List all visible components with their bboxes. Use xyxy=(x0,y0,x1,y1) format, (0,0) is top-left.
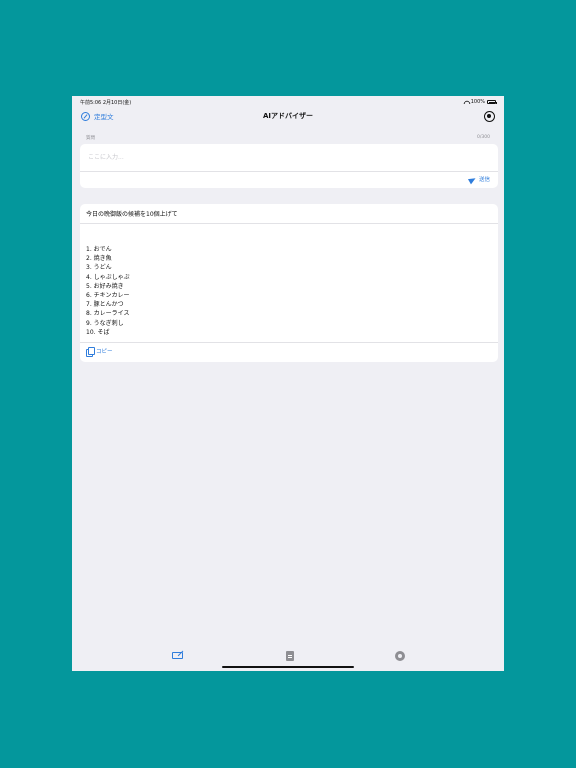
wifi-icon xyxy=(463,100,469,104)
tab-chat[interactable] xyxy=(171,649,185,663)
list-item: 2. 焼き魚 xyxy=(86,255,112,263)
send-label: 送信 xyxy=(478,177,490,183)
divider xyxy=(80,171,498,172)
tab-bar xyxy=(72,641,504,671)
home-indicator xyxy=(222,665,354,668)
battery-percent: 100% xyxy=(470,99,485,105)
page-title: AIアドバイザー xyxy=(262,112,314,120)
send-icon xyxy=(469,176,476,183)
copy-label: コピー xyxy=(96,349,113,355)
list-item: 9. うなぎ刺し xyxy=(86,319,124,327)
list-item: 5. お好み焼き xyxy=(86,282,124,290)
list-item: 3. うどん xyxy=(86,264,112,272)
navigation-bar: 定型文 AIアドバイザー xyxy=(72,108,504,126)
answer-list: 1. おでん 2. 焼き魚 3. うどん 4. しゃぶしゃぶ 5. お好み焼き … xyxy=(86,245,130,337)
send-button[interactable]: 送信 xyxy=(469,175,490,183)
copy-button[interactable]: コピー xyxy=(86,347,113,357)
list-item: 1. おでん xyxy=(86,246,112,253)
question-card: 送信 xyxy=(80,144,498,188)
answer-card: 今日の晩御飯の候補を10個上げて 1. おでん 2. 焼き魚 3. うどん 4.… xyxy=(80,204,498,362)
gear-icon xyxy=(395,651,405,661)
status-time: 午前5:06 2月10日(金) xyxy=(80,100,132,106)
question-label: 質問 xyxy=(86,136,95,141)
app-screen: 午前5:06 2月10日(金) 100% 定型文 AIアドバイザー 質問 0/3… xyxy=(72,96,504,671)
status-right: 100% xyxy=(463,99,497,105)
input-labels: 質問 0/300 xyxy=(86,135,490,143)
prompt-text: 今日の晩御飯の候補を10個上げて xyxy=(86,211,178,218)
list-item: 10. そば xyxy=(86,328,110,336)
divider xyxy=(80,342,498,343)
list-item: 7. 豚とんかつ xyxy=(86,301,124,309)
tab-documents[interactable] xyxy=(283,649,297,663)
copy-icon xyxy=(86,347,95,357)
list-item: 8. カレーライス xyxy=(86,310,130,318)
tab-settings[interactable] xyxy=(393,649,407,663)
question-input[interactable] xyxy=(88,148,490,166)
record-button[interactable] xyxy=(484,111,495,122)
document-icon xyxy=(286,651,294,661)
status-bar: 午前5:06 2月10日(金) 100% xyxy=(72,96,504,108)
character-count: 0/300 xyxy=(477,135,490,140)
list-item: 6. チキンカレー xyxy=(86,292,130,300)
divider xyxy=(80,223,498,224)
chat-compose-icon xyxy=(172,652,183,659)
battery-icon xyxy=(487,100,497,104)
list-item: 4. しゃぶしゃぶ xyxy=(86,273,130,281)
